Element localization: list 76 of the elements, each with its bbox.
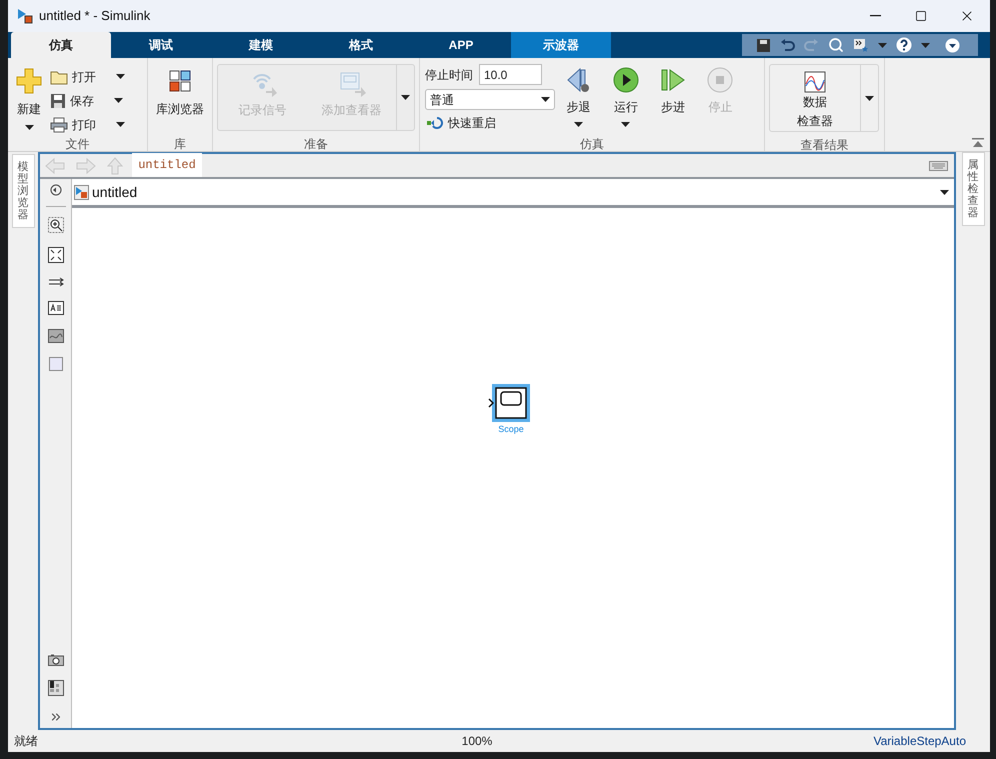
collapse-ribbon-icon[interactable]	[972, 138, 984, 147]
help-icon[interactable]	[896, 37, 912, 53]
file-menu-button[interactable]: 打开	[50, 66, 125, 87]
solver-link[interactable]: VariableStepAuto	[784, 732, 984, 750]
step-forward-icon	[660, 67, 686, 93]
ribbon-tab[interactable]: 格式	[311, 32, 411, 58]
stop-time-label: 停止时间	[425, 66, 473, 84]
stop-icon	[707, 67, 734, 93]
group-label: 准备	[303, 136, 329, 151]
plus-icon	[16, 68, 42, 94]
fit-view-icon[interactable]	[48, 247, 64, 263]
printer-icon	[50, 116, 68, 132]
group-label: 仿真	[579, 136, 605, 151]
ribbon-tab[interactable]: 调试	[111, 32, 211, 58]
stop-time-field[interactable]: 10.0	[479, 64, 542, 85]
ribbon-tab[interactable]: APP	[411, 32, 511, 58]
signal-plot-icon	[804, 71, 826, 93]
library-browser-button[interactable]: 库浏览器	[148, 58, 212, 135]
arrow-lines-icon[interactable]	[48, 277, 64, 287]
ribbon-tab[interactable]: 示波器	[511, 32, 611, 58]
caret-icon	[116, 122, 125, 127]
caret-icon	[116, 74, 125, 79]
ribbon-tab[interactable]: 仿真	[11, 32, 111, 58]
data-inspector-button[interactable]: 数据 检查器	[769, 64, 861, 132]
camera-icon[interactable]	[48, 654, 64, 666]
simulation-button[interactable]: 步退	[558, 64, 599, 135]
image-icon[interactable]	[48, 329, 64, 343]
group-label: 查看结果	[800, 137, 850, 152]
new-button[interactable]: 新建	[14, 68, 44, 135]
group-label: 库	[173, 136, 187, 151]
fast-restart-icon	[427, 117, 443, 129]
caret-icon	[401, 95, 410, 100]
caret-icon	[621, 122, 630, 127]
caret-icon	[24, 125, 34, 130]
status-text: 就绪	[14, 733, 39, 750]
hide-panel-icon[interactable]	[50, 184, 62, 196]
caret-icon	[541, 97, 550, 102]
play-icon	[612, 67, 639, 93]
breadcrumb[interactable]: untitled	[92, 182, 138, 202]
simulation-button[interactable]: 运行	[606, 64, 646, 135]
group-label: 文件	[64, 136, 90, 151]
caret-icon	[921, 42, 930, 48]
caret-icon	[114, 98, 123, 103]
step-back-icon	[566, 67, 592, 93]
simulink-logo-icon	[17, 8, 33, 24]
model-icon	[74, 184, 89, 200]
minimize-icon	[870, 15, 880, 17]
caret-icon	[878, 42, 887, 48]
text-annotation-icon[interactable]	[48, 301, 64, 315]
area-icon[interactable]	[48, 357, 62, 371]
zoom-level: 100%	[460, 733, 494, 750]
zoom-in-icon[interactable]	[48, 217, 64, 233]
expand-menu-icon[interactable]	[945, 38, 960, 52]
maximize-icon	[915, 10, 927, 22]
simulation-mode-dropdown[interactable]: 普通	[425, 89, 555, 110]
search-icon[interactable]	[828, 37, 844, 53]
breadcrumb-dropdown-icon	[940, 190, 949, 194]
property-inspector-tab[interactable]: 属性检查器	[962, 152, 984, 226]
editor-tab[interactable]: untitled	[132, 153, 202, 177]
library-blocks-icon	[169, 70, 191, 92]
fast-restart-button[interactable]: 快速重启	[425, 114, 555, 132]
model-browser-tab[interactable]: 模型浏览器	[12, 154, 34, 228]
ribbon-tab[interactable]: 建模	[211, 32, 311, 58]
folder-icon	[50, 68, 68, 84]
caret-icon	[865, 96, 874, 100]
window-title: untitled * - Simulink	[39, 7, 150, 26]
block-label: Scope	[498, 423, 524, 436]
simulation-button[interactable]: 步进	[653, 64, 694, 135]
caret-icon	[574, 122, 584, 127]
file-menu-button[interactable]: 保存	[50, 90, 125, 111]
save-icon[interactable]	[756, 38, 771, 52]
property-panel-icon[interactable]	[48, 680, 64, 696]
shortcut-star-icon[interactable]	[853, 38, 869, 52]
keyboard-icon[interactable]	[929, 161, 948, 171]
undo-icon[interactable]	[780, 38, 795, 52]
file-menu-button[interactable]: 打印	[50, 114, 125, 135]
